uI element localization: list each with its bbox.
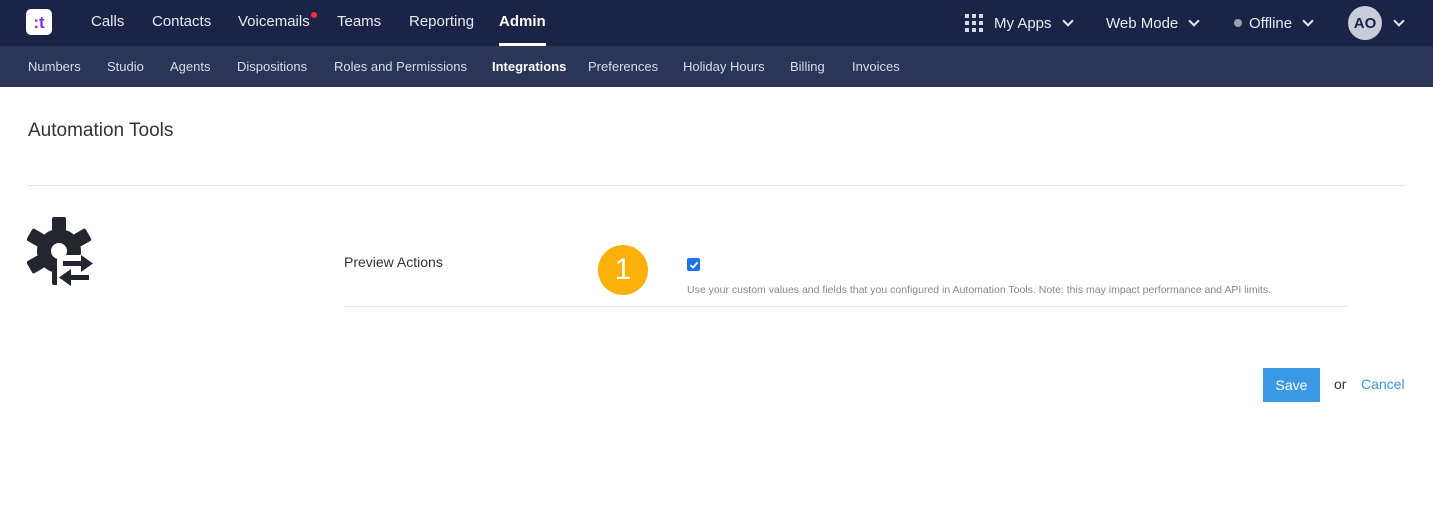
subnav-holiday-hours[interactable]: Holiday Hours (683, 46, 765, 87)
web-mode-menu[interactable]: Web Mode (1106, 0, 1200, 46)
status-label: Offline (1249, 14, 1293, 32)
my-apps-menu[interactable]: My Apps (965, 0, 1074, 46)
section-divider (28, 185, 1405, 186)
nav-calls[interactable]: Calls (91, 0, 124, 46)
nav-reporting[interactable]: Reporting (409, 0, 474, 46)
nav-admin[interactable]: Admin (499, 0, 546, 46)
notification-dot (310, 12, 317, 18)
chevron-down-icon (1393, 14, 1405, 27)
chevron-down-icon (1188, 14, 1200, 27)
avatar: AO (1348, 6, 1382, 40)
nav-voicemails-label: Voicemails (238, 13, 310, 30)
subnav-studio[interactable]: Studio (107, 46, 144, 87)
checkmark-icon (689, 261, 698, 269)
my-apps-label: My Apps (994, 14, 1052, 32)
subnav-dispositions[interactable]: Dispositions (237, 46, 307, 87)
user-menu[interactable]: AO (1348, 0, 1405, 46)
nav-teams[interactable]: Teams (337, 0, 381, 46)
subnav-integrations[interactable]: Integrations (492, 46, 566, 87)
apps-grid-icon (965, 14, 983, 32)
preview-actions-checkbox[interactable] (687, 258, 700, 271)
preview-actions-help: Use your custom values and fields that y… (687, 284, 1272, 296)
subnav-preferences[interactable]: Preferences (588, 46, 658, 87)
nav-voicemails[interactable]: Voicemails (238, 0, 317, 46)
or-separator: or (1334, 376, 1347, 392)
row-divider (344, 306, 1347, 307)
app-logo[interactable]: :t (26, 9, 52, 35)
logo-glyph: :t (33, 12, 45, 32)
subnav-roles-and-permissions[interactable]: Roles and Permissions (334, 46, 467, 87)
status-menu[interactable]: Offline (1234, 0, 1314, 46)
nav-contacts[interactable]: Contacts (152, 0, 211, 46)
web-mode-label: Web Mode (1106, 14, 1179, 32)
subnav-invoices[interactable]: Invoices (852, 46, 900, 87)
page-title: Automation Tools (28, 120, 174, 141)
chevron-down-icon (1302, 14, 1314, 27)
status-dot (1234, 19, 1242, 27)
subnav-billing[interactable]: Billing (790, 46, 825, 87)
cancel-link[interactable]: Cancel (1361, 376, 1405, 392)
subnav-agents[interactable]: Agents (170, 46, 210, 87)
step-badge: 1 (598, 245, 648, 295)
top-navigation-bar: :t Calls Contacts Voicemails Teams Repor… (0, 0, 1433, 46)
gear-sync-icon (26, 217, 95, 289)
chevron-down-icon (1061, 14, 1074, 27)
preview-actions-label: Preview Actions (344, 254, 443, 270)
save-button[interactable]: Save (1263, 368, 1320, 402)
admin-sub-navigation: Numbers Studio Agents Dispositions Roles… (0, 46, 1433, 87)
subnav-numbers[interactable]: Numbers (28, 46, 81, 87)
